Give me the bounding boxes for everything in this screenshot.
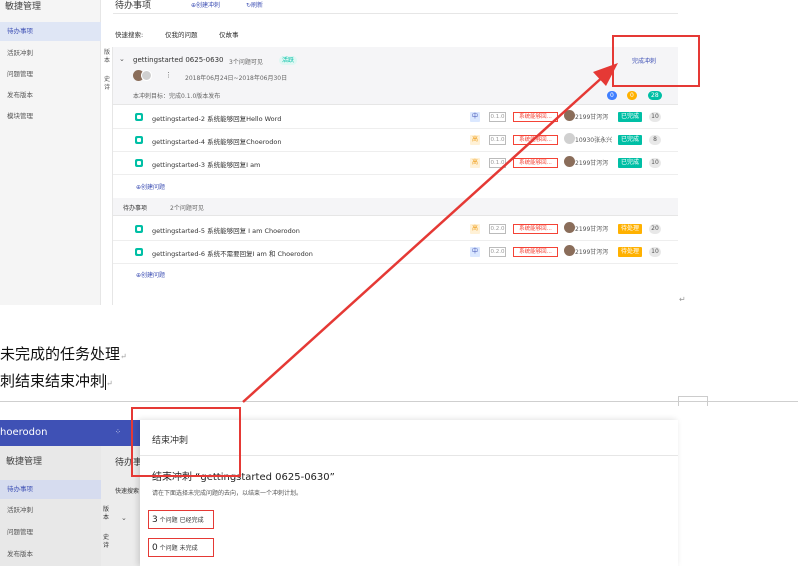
arrow-line xyxy=(242,73,607,403)
annotation-arrow xyxy=(242,63,618,403)
